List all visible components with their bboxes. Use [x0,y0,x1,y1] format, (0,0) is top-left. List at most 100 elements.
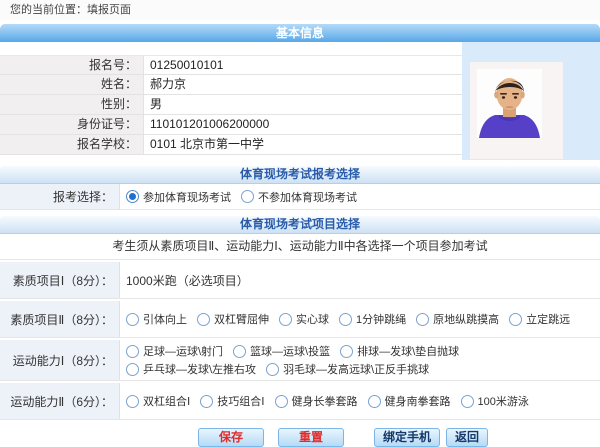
radio-label: 立定跳远 [526,311,570,327]
radio-icon[interactable] [126,345,139,358]
field-label-gender: 性别： [0,95,143,114]
field-value-reg-number: 01250010101 [143,56,462,74]
radio-option-basketball[interactable]: 篮球—运球\投篮 [233,343,330,359]
quality-item-1-label: 素质项目Ⅰ（8分）： [0,262,120,298]
radio-option-solid-ball[interactable]: 实心球 [279,311,329,327]
radio-option-vertical-jump[interactable]: 原地纵跳摸高 [416,311,499,327]
radio-label: 技巧组合Ⅰ [217,393,264,409]
radio-icon[interactable] [126,313,139,326]
sport-ability-1-row: 运动能力Ⅰ（8分）： 足球—运球\射门 篮球—运球\投篮 排球—发球\垫自抛球 … [0,340,600,381]
radio-option-badminton[interactable]: 羽毛球—发高远球\正反手挑球 [266,361,429,377]
radio-label: 乒乓球—发球\左推右攻 [143,361,256,377]
back-button[interactable]: 返回 [446,428,488,447]
radio-icon[interactable] [126,190,139,203]
radio-label: 参加体育现场考试 [143,189,231,205]
radio-label: 羽毛球—发高远球\正反手挑球 [283,361,429,377]
basic-info-fields: 报名号： 01250010101 姓名： 郝力京 性别： 男 身份证号： 110… [0,42,462,160]
button-bar: 保存 重置 绑定手机 返回 [0,428,600,447]
table-row: 性别： 男 [0,95,462,115]
radio-label: 100米游泳 [478,393,529,409]
quality-item-1-value: 1000米跑（必选项目） [126,272,249,289]
table-row: 姓名： 郝力京 [0,75,462,95]
radio-label: 篮球—运球\投篮 [250,343,330,359]
radio-icon[interactable] [279,313,292,326]
radio-icon[interactable] [126,395,139,408]
radio-label: 实心球 [296,311,329,327]
bind-phone-button[interactable]: 绑定手机 [374,428,440,447]
radio-label: 双杠组合Ⅰ [143,393,190,409]
radio-label: 健身南拳套路 [385,393,451,409]
section-title-item-choice: 体育现场考试项目选择 [0,216,600,234]
radio-option-changquan[interactable]: 健身长拳套路 [275,393,358,409]
section-title-basic-info: 基本信息 [0,24,600,42]
radio-icon[interactable] [340,345,353,358]
table-row: 报名号： 01250010101 [0,55,462,75]
radio-label: 双杠臂屈伸 [214,311,269,327]
field-value-gender: 男 [143,95,462,114]
field-label-id-number: 身份证号： [0,115,143,134]
radio-label: 原地纵跳摸高 [433,311,499,327]
exam-choice-options: 参加体育现场考试 不参加体育现场考试 [120,184,600,209]
radio-option-attend[interactable]: 参加体育现场考试 [126,189,231,205]
radio-option-volleyball[interactable]: 排球—发球\垫自抛球 [340,343,459,359]
radio-icon[interactable] [509,313,522,326]
field-value-school: 0101 北京市第一中学 [143,135,462,154]
radio-option-not-attend[interactable]: 不参加体育现场考试 [241,189,357,205]
field-label-reg-number: 报名号： [0,56,143,74]
exam-choice-row: 报考选择： 参加体育现场考试 不参加体育现场考试 [0,184,600,210]
radio-option-table-tennis[interactable]: 乒乓球—发球\左推右攻 [126,361,256,377]
table-row: 报名学校： 0101 北京市第一中学 [0,135,462,155]
radio-icon[interactable] [368,395,381,408]
photo-frame [470,62,563,159]
radio-option-swimming-100m[interactable]: 100米游泳 [461,393,529,409]
fill-in-page: 您的当前位置：填报页面 基本信息 报名号： 01250010101 姓名： 郝力… [0,0,600,447]
radio-label: 健身长拳套路 [292,393,358,409]
radio-icon[interactable] [461,395,474,408]
sport-ability-1-options: 足球—运球\射门 篮球—运球\投篮 排球—发球\垫自抛球 乒乓球—发球\左推右攻… [120,340,600,380]
radio-icon[interactable] [197,313,210,326]
quality-item-2-options: 引体向上 双杠臂屈伸 实心球 1分钟跳绳 原地纵跳摸高 立定跳远 [120,301,600,337]
radio-icon[interactable] [241,190,254,203]
radio-option-gymnastics-combo[interactable]: 技巧组合Ⅰ [200,393,264,409]
radio-option-pull-up[interactable]: 引体向上 [126,311,187,327]
radio-option-standing-long-jump[interactable]: 立定跳远 [509,311,570,327]
sport-ability-2-options: 双杠组合Ⅰ 技巧组合Ⅰ 健身长拳套路 健身南拳套路 100米游泳 [120,383,600,419]
quality-item-1-row: 素质项目Ⅰ（8分）： 1000米跑（必选项目） [0,262,600,299]
radio-icon[interactable] [200,395,213,408]
radio-label: 排球—发球\垫自抛球 [357,343,459,359]
breadcrumb: 您的当前位置：填报页面 [0,0,600,20]
radio-label: 1分钟跳绳 [356,311,406,327]
quality-item-2-label: 素质项目Ⅱ（8分）： [0,301,120,337]
sport-ability-2-row: 运动能力Ⅱ（6分）： 双杠组合Ⅰ 技巧组合Ⅰ 健身长拳套路 健身南拳套路 100… [0,383,600,420]
basic-info-table: 报名号： 01250010101 姓名： 郝力京 性别： 男 身份证号： 110… [0,42,600,160]
radio-label: 引体向上 [143,311,187,327]
radio-option-nanquan[interactable]: 健身南拳套路 [368,393,451,409]
radio-option-soccer[interactable]: 足球—运球\射门 [126,343,223,359]
radio-icon[interactable] [416,313,429,326]
radio-icon[interactable] [339,313,352,326]
candidate-photo [477,69,542,138]
radio-icon[interactable] [266,363,279,376]
radio-label: 足球—运球\射门 [143,343,223,359]
table-row: 身份证号： 110101201006200000 [0,115,462,135]
section-title-exam-choice: 体育现场考试报考选择 [0,166,600,184]
exam-choice-label: 报考选择： [0,184,120,209]
field-value-name: 郝力京 [143,75,462,94]
item-choice-note: 考生须从素质项目Ⅱ、运动能力Ⅰ、运动能力Ⅱ中各选择一个项目参加考试 [0,234,600,260]
radio-option-rope-skipping[interactable]: 1分钟跳绳 [339,311,406,327]
radio-option-parallel-bars-combo[interactable]: 双杠组合Ⅰ [126,393,190,409]
save-button[interactable]: 保存 [198,428,264,447]
field-label-name: 姓名： [0,75,143,94]
sport-ability-2-label: 运动能力Ⅱ（6分）： [0,383,120,419]
sport-ability-1-label: 运动能力Ⅰ（8分）： [0,340,120,380]
field-value-id-number: 110101201006200000 [143,115,462,134]
field-label-school: 报名学校： [0,135,143,154]
radio-option-parallel-bar-dip[interactable]: 双杠臂屈伸 [197,311,269,327]
photo-cell [462,42,600,160]
radio-icon[interactable] [275,395,288,408]
reset-button[interactable]: 重置 [278,428,344,447]
radio-label: 不参加体育现场考试 [258,189,357,205]
radio-icon[interactable] [126,363,139,376]
quality-item-2-row: 素质项目Ⅱ（8分）： 引体向上 双杠臂屈伸 实心球 1分钟跳绳 原地纵跳摸高 [0,301,600,338]
radio-icon[interactable] [233,345,246,358]
